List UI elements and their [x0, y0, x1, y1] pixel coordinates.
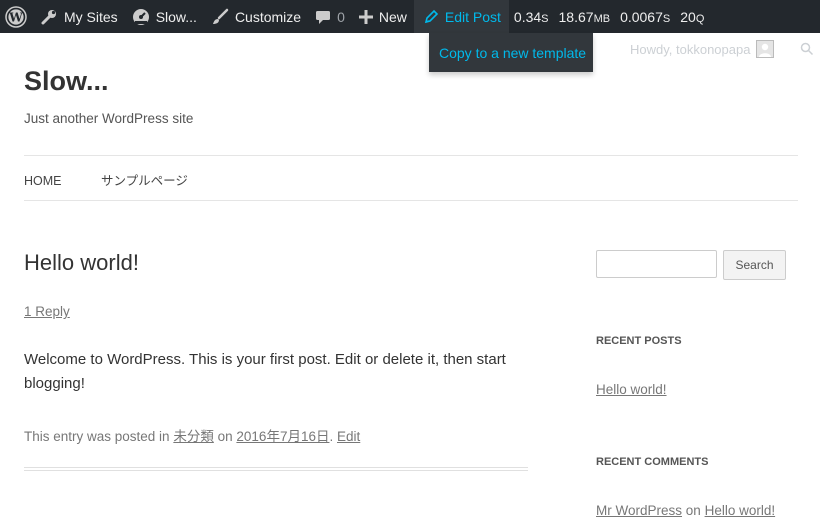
my-sites-menu[interactable]: My Sites: [33, 0, 125, 33]
post-content: Welcome to WordPress. This is your first…: [24, 351, 506, 392]
recent-comment-item: Mr WordPress on Hello world!: [596, 503, 775, 518]
reply-link[interactable]: 1 Reply: [24, 304, 70, 319]
pencil-icon: [423, 9, 439, 25]
site-name-label: Slow...: [155, 8, 197, 25]
memory-value: 18.67: [558, 8, 594, 25]
recent-comments-heading: RECENT COMMENTS: [596, 456, 709, 468]
query-time-value: 0.34: [513, 8, 542, 25]
recent-post-item: Hello world!: [596, 382, 667, 397]
comment-post-link[interactable]: Hello world!: [705, 503, 776, 518]
comments-count: 0: [337, 8, 345, 25]
comment-on: on: [685, 503, 701, 518]
nav-item-sample-page[interactable]: サンプルページ: [101, 174, 188, 188]
meta-on: on: [217, 429, 233, 444]
avatar: [756, 40, 775, 58]
db-time-value: 0.0067: [620, 8, 663, 25]
memory-stat[interactable]: 18.67MB: [554, 9, 616, 25]
query-count-stat[interactable]: 20Q: [675, 9, 709, 25]
admin-search-icon[interactable]: [800, 42, 814, 61]
memory-unit: MB: [593, 12, 611, 25]
edit-link[interactable]: Edit: [337, 429, 360, 444]
recent-posts-heading: RECENT POSTS: [596, 335, 682, 347]
edit-post-menu[interactable]: Edit Post: [413, 0, 509, 33]
header-divider-top: [24, 155, 798, 156]
howdy-label: Howdy, tokkonopapa: [630, 41, 751, 57]
nav-item-home[interactable]: HOME: [24, 174, 62, 188]
wordpress-logo-icon[interactable]: W: [0, 0, 33, 33]
query-count-value: 20: [680, 8, 696, 25]
query-time-unit: S: [541, 12, 549, 25]
db-time-unit: S: [662, 12, 671, 25]
meta-prefix: This entry was posted in: [24, 429, 170, 444]
site-name-menu[interactable]: Slow...: [125, 0, 204, 33]
customize-menu[interactable]: Customize: [204, 0, 308, 33]
new-label: New: [378, 8, 407, 25]
site-description: Just another WordPress site: [24, 111, 194, 126]
account-menu[interactable]: Howdy, tokkonopapa: [630, 40, 775, 58]
dashboard-gauge-icon: [132, 8, 150, 26]
edit-post-dropdown: Copy to a new template: [429, 33, 593, 72]
db-time-stat[interactable]: 0.0067S: [615, 9, 675, 25]
post-meta: This entry was posted in 未分類 on 2016年7月1…: [24, 425, 360, 445]
recent-post-link[interactable]: Hello world!: [596, 382, 667, 397]
copy-to-new-template-item[interactable]: Copy to a new template: [439, 45, 586, 61]
paintbrush-icon: [211, 8, 229, 26]
post-divider: [24, 467, 528, 471]
customize-label: Customize: [234, 8, 302, 25]
header-divider-bottom: [24, 200, 798, 201]
search-input[interactable]: [596, 250, 717, 278]
primary-navigation: HOME サンプルページ: [24, 170, 224, 189]
post-title[interactable]: Hello world!: [24, 250, 139, 276]
plus-icon: [358, 9, 373, 24]
svg-text:W: W: [8, 10, 23, 24]
query-count-unit: Q: [695, 12, 705, 25]
new-content-menu[interactable]: New: [352, 0, 414, 33]
meta-dot: .: [329, 429, 334, 444]
edit-post-label: Edit Post: [444, 8, 501, 25]
date-link[interactable]: 2016年7月16日: [236, 429, 329, 444]
query-time-stat[interactable]: 0.34S: [509, 9, 554, 25]
wrench-icon: [40, 8, 58, 26]
site-title[interactable]: Slow...: [24, 66, 109, 97]
admin-bar: W My Sites Slow... Customize 0 New Edit …: [0, 0, 820, 33]
category-link[interactable]: 未分類: [173, 429, 214, 444]
comment-bubble-icon: [315, 9, 331, 25]
comments-menu[interactable]: 0: [308, 0, 352, 33]
comment-author-link[interactable]: Mr WordPress: [596, 503, 682, 518]
my-sites-label: My Sites: [64, 8, 118, 25]
search-button[interactable]: Search: [723, 250, 786, 280]
